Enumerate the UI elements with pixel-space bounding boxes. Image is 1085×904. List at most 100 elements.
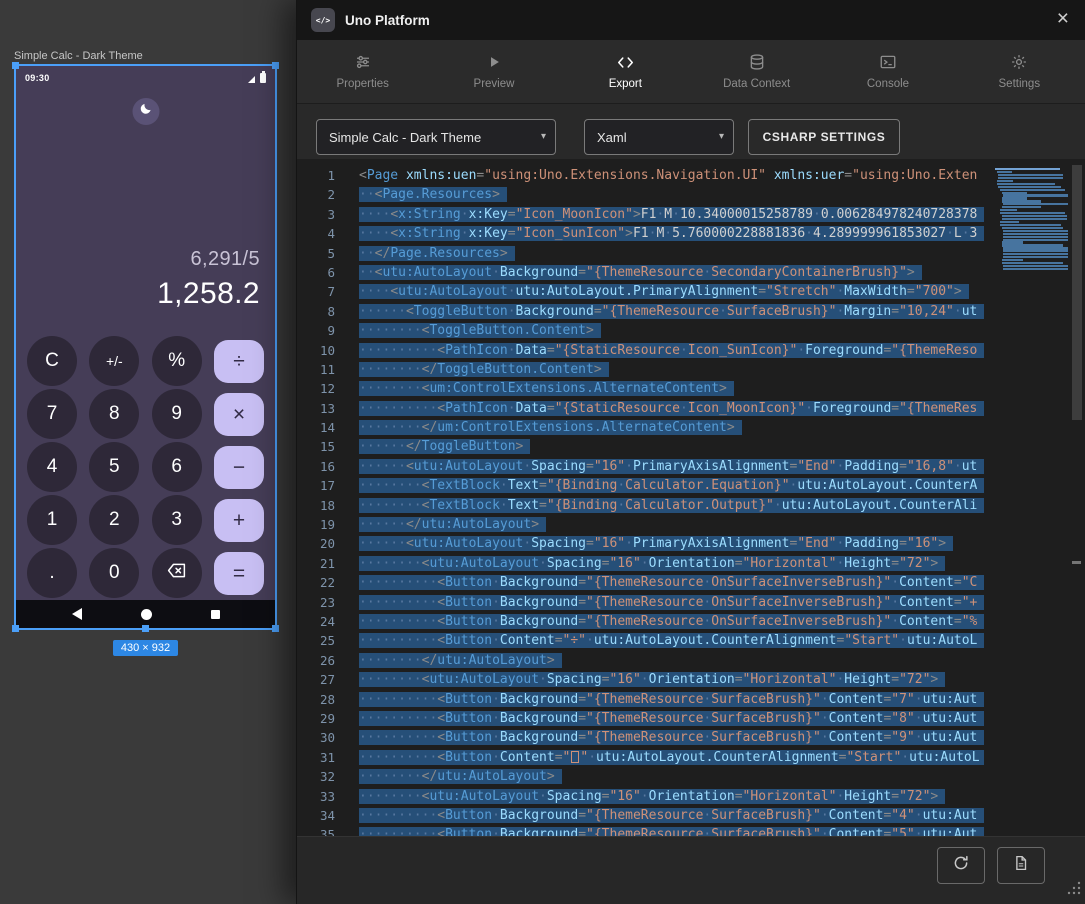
theme-toggle-button[interactable] bbox=[132, 98, 159, 125]
line-number-gutter[interactable]: 1234567891011121314151617181920212223242… bbox=[297, 166, 341, 836]
line-number[interactable]: 27 bbox=[297, 670, 341, 689]
code-line[interactable]: ··········<Button·Background="{ThemeReso… bbox=[359, 709, 984, 728]
vertical-scrollbar[interactable] bbox=[1069, 159, 1085, 836]
code-line[interactable]: ··········<Button·Background="{ThemeReso… bbox=[359, 593, 984, 612]
line-number[interactable]: 26 bbox=[297, 651, 341, 670]
line-number[interactable]: 13 bbox=[297, 399, 341, 418]
code-line[interactable]: ········</um:ControlExtensions.Alternate… bbox=[359, 418, 984, 437]
line-number[interactable]: 11 bbox=[297, 360, 341, 379]
key-backspace[interactable] bbox=[152, 548, 202, 598]
back-icon[interactable] bbox=[72, 608, 82, 620]
key-5[interactable]: 5 bbox=[89, 442, 139, 492]
key-÷[interactable]: ÷ bbox=[214, 340, 264, 383]
export-file-button[interactable] bbox=[997, 847, 1045, 884]
line-number[interactable]: 31 bbox=[297, 748, 341, 767]
key-0[interactable]: 0 bbox=[89, 548, 139, 598]
code-line[interactable]: ······</ToggleButton> bbox=[359, 437, 984, 456]
key-1[interactable]: 1 bbox=[27, 495, 77, 545]
code-line[interactable]: ········<utu:AutoLayout·Spacing="16"·Ori… bbox=[359, 554, 984, 573]
selection-handle-top-right[interactable] bbox=[272, 62, 279, 69]
line-number[interactable]: 10 bbox=[297, 341, 341, 360]
code-line[interactable]: ··········<PathIcon·Data="{StaticResourc… bbox=[359, 341, 984, 360]
line-number[interactable]: 30 bbox=[297, 728, 341, 747]
line-number[interactable]: 33 bbox=[297, 787, 341, 806]
key-2[interactable]: 2 bbox=[89, 495, 139, 545]
tab-properties[interactable]: Properties bbox=[297, 40, 428, 103]
key-9[interactable]: 9 bbox=[152, 389, 202, 439]
minimap[interactable] bbox=[995, 168, 1065, 271]
code-line[interactable]: ··<Page.Resources> bbox=[359, 185, 984, 204]
code-line[interactable]: ··········<PathIcon·Data="{StaticResourc… bbox=[359, 399, 984, 418]
code-line[interactable]: ······</utu:AutoLayout> bbox=[359, 515, 984, 534]
code-line[interactable]: ········<utu:AutoLayout·Spacing="16"·Ori… bbox=[359, 787, 984, 806]
tab-settings[interactable]: Settings bbox=[954, 40, 1085, 103]
line-number[interactable]: 1 bbox=[297, 166, 341, 185]
key-8[interactable]: 8 bbox=[89, 389, 139, 439]
code-line[interactable]: ········<utu:AutoLayout·Spacing="16"·Ori… bbox=[359, 670, 984, 689]
line-number[interactable]: 17 bbox=[297, 476, 341, 495]
code-line[interactable]: ······<utu:AutoLayout·Spacing="16"·Prima… bbox=[359, 457, 984, 476]
line-number[interactable]: 21 bbox=[297, 554, 341, 573]
key-+/-[interactable]: +/- bbox=[89, 336, 139, 386]
code-line[interactable]: ··········<Button·Background="{ThemeReso… bbox=[359, 612, 984, 631]
code-line[interactable]: ········<TextBlock·Text="{Binding·Calcul… bbox=[359, 496, 984, 515]
code-line[interactable]: ··········<Button·Content="÷"·utu:AutoLa… bbox=[359, 631, 984, 650]
code-line[interactable]: ··</Page.Resources> bbox=[359, 244, 984, 263]
line-number[interactable]: 5 bbox=[297, 244, 341, 263]
scrollbar-thumb[interactable] bbox=[1072, 165, 1082, 420]
selection-handle-bottom-left[interactable] bbox=[12, 625, 19, 632]
line-number[interactable]: 2 bbox=[297, 185, 341, 204]
key-6[interactable]: 6 bbox=[152, 442, 202, 492]
csharp-settings-button[interactable]: CSHARP SETTINGS bbox=[748, 119, 900, 155]
refresh-button[interactable] bbox=[937, 847, 985, 884]
home-icon[interactable] bbox=[141, 609, 152, 620]
key-.[interactable]: . bbox=[27, 548, 77, 598]
line-number[interactable]: 14 bbox=[297, 418, 341, 437]
code-line[interactable]: ······<ToggleButton·Background="{ThemeRe… bbox=[359, 302, 984, 321]
code-line[interactable]: ········</utu:AutoLayout> bbox=[359, 767, 984, 786]
code-line[interactable]: ··········<Button·Background="{ThemeReso… bbox=[359, 573, 984, 592]
key-%[interactable]: % bbox=[152, 336, 202, 386]
code-line[interactable]: ··········<Button·Background="{ThemeReso… bbox=[359, 806, 984, 825]
code-line[interactable]: ········<TextBlock·Text="{Binding·Calcul… bbox=[359, 476, 984, 495]
line-number[interactable]: 35 bbox=[297, 825, 341, 836]
line-number[interactable]: 19 bbox=[297, 515, 341, 534]
phone-preview[interactable]: 09:30 6,291/5 1,258.2 C+/-%÷789×456−123+… bbox=[14, 64, 277, 630]
tab-console[interactable]: Console bbox=[822, 40, 953, 103]
line-number[interactable]: 9 bbox=[297, 321, 341, 340]
line-number[interactable]: 34 bbox=[297, 806, 341, 825]
line-number[interactable]: 3 bbox=[297, 205, 341, 224]
code-line[interactable]: ········</ToggleButton.Content> bbox=[359, 360, 984, 379]
tab-export[interactable]: Export bbox=[560, 40, 691, 103]
line-number[interactable]: 15 bbox=[297, 437, 341, 456]
code-line[interactable]: ··········<Button·Background="{ThemeReso… bbox=[359, 728, 984, 747]
line-number[interactable]: 4 bbox=[297, 224, 341, 243]
tab-data-context[interactable]: Data Context bbox=[691, 40, 822, 103]
code-line[interactable]: ··········<Button·Background="{ThemeReso… bbox=[359, 690, 984, 709]
key-×[interactable]: × bbox=[214, 393, 264, 436]
page-selector-dropdown[interactable]: Simple Calc - Dark Theme ▾ bbox=[316, 119, 556, 155]
code-line[interactable]: ······<utu:AutoLayout·Spacing="16"·Prima… bbox=[359, 534, 984, 553]
line-number[interactable]: 12 bbox=[297, 379, 341, 398]
line-number[interactable]: 32 bbox=[297, 767, 341, 786]
selection-handle-top-left[interactable] bbox=[12, 62, 19, 69]
code-line[interactable]: ········<ToggleButton.Content> bbox=[359, 321, 984, 340]
line-number[interactable]: 22 bbox=[297, 573, 341, 592]
recents-icon[interactable] bbox=[211, 610, 220, 619]
code-line[interactable]: ··········<Button·Content=""·utu:AutoLay… bbox=[359, 748, 984, 767]
resize-grip[interactable] bbox=[1066, 880, 1082, 901]
format-selector-dropdown[interactable]: Xaml ▾ bbox=[584, 119, 734, 155]
line-number[interactable]: 29 bbox=[297, 709, 341, 728]
key-=[interactable]: = bbox=[214, 552, 264, 595]
line-number[interactable]: 25 bbox=[297, 631, 341, 650]
code-line[interactable]: ········<um:ControlExtensions.AlternateC… bbox=[359, 379, 984, 398]
code-line[interactable]: ····<x:String·x:Key="Icon_SunIcon">F1·M·… bbox=[359, 224, 984, 243]
code-line[interactable]: <Page xmlns:uen="using:Uno.Extensions.Na… bbox=[359, 166, 984, 185]
key-7[interactable]: 7 bbox=[27, 389, 77, 439]
key-4[interactable]: 4 bbox=[27, 442, 77, 492]
line-number[interactable]: 8 bbox=[297, 302, 341, 321]
code-line[interactable]: ··········<Button·Background="{ThemeReso… bbox=[359, 825, 984, 836]
selection-handle-bottom-right[interactable] bbox=[272, 625, 279, 632]
key-C[interactable]: C bbox=[27, 336, 77, 386]
close-icon[interactable]: × bbox=[1057, 8, 1069, 29]
